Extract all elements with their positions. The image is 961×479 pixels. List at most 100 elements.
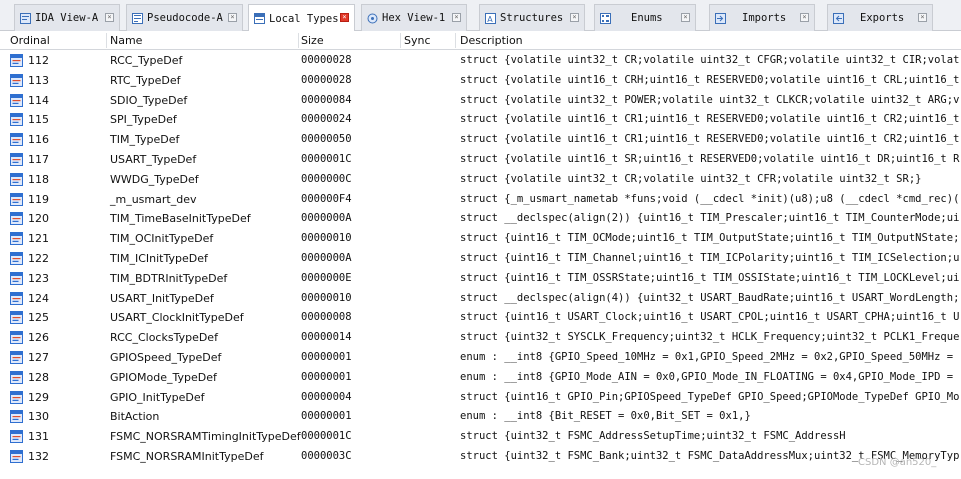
table-row[interactable]: 113 RTC_TypeDef 00000028 struct {volatile u… bbox=[0, 71, 961, 90]
close-icon[interactable]: × bbox=[340, 13, 349, 22]
row-size: 00000024 bbox=[301, 113, 352, 126]
local-type-icon bbox=[10, 212, 23, 226]
close-icon[interactable]: × bbox=[570, 13, 579, 22]
tab-enums[interactable]: Enums × bbox=[594, 4, 696, 31]
column-header-size[interactable]: Size bbox=[301, 31, 324, 50]
svg-text:A: A bbox=[487, 15, 493, 24]
tab-imports[interactable]: Imports × bbox=[709, 4, 815, 31]
close-icon[interactable]: × bbox=[228, 13, 237, 22]
row-ordinal: 122 bbox=[28, 252, 49, 265]
row-name: USART_ClockInitTypeDef bbox=[110, 311, 244, 325]
tab-structures[interactable]: A Structures × bbox=[479, 4, 585, 31]
table-row[interactable]: 123 TIM_BDTRInitTypeDef 0000000E struct {ui… bbox=[0, 269, 961, 288]
imports-icon bbox=[715, 12, 726, 24]
row-size: 0000001C bbox=[301, 430, 352, 443]
table-row[interactable]: 122 TIM_ICInitTypeDef 0000000A struct {uint… bbox=[0, 249, 961, 268]
row-size: 00000004 bbox=[301, 390, 352, 403]
row-ordinal: 132 bbox=[28, 450, 49, 463]
row-size: 00000001 bbox=[301, 410, 352, 423]
table-row[interactable]: 125 USART_ClockInitTypeDef 00000008 struct … bbox=[0, 308, 961, 327]
row-ordinal: 115 bbox=[28, 113, 49, 127]
local-types-icon bbox=[254, 13, 265, 24]
table-row[interactable]: 124 USART_InitTypeDef 00000010 struct __dec… bbox=[0, 289, 961, 308]
local-type-icon bbox=[10, 351, 23, 364]
row-ordinal: 129 bbox=[28, 390, 49, 404]
tab-label: Local Types bbox=[269, 12, 339, 25]
table-row[interactable]: 116 TIM_TypeDef 00000050 struct {volatile u… bbox=[0, 130, 961, 149]
row-name: RCC_TypeDef bbox=[110, 54, 183, 67]
row-description: struct {volatile uint16_t CR1;uint16_t R… bbox=[460, 133, 960, 146]
row-description: struct {uint32_t FSMC_AddressSetupTime;u… bbox=[460, 430, 846, 443]
tab-label: IDA View-A bbox=[35, 12, 99, 24]
table-row[interactable]: 120 TIM_TimeBaseInitTypeDef 0000000A struct… bbox=[0, 209, 961, 228]
column-divider[interactable] bbox=[455, 33, 456, 48]
tab-ida-view-a[interactable]: IDA View-A × bbox=[14, 4, 120, 31]
column-header-ordinal[interactable]: Ordinal bbox=[10, 31, 50, 50]
row-name: GPIOSpeed_TypeDef bbox=[110, 351, 222, 364]
structures-icon: A bbox=[485, 12, 496, 24]
table-row[interactable]: 129 GPIO_InitTypeDef 00000004 struct {uint1… bbox=[0, 388, 961, 407]
hex-view-icon bbox=[367, 13, 378, 24]
row-name: BitAction bbox=[110, 410, 160, 424]
row-name: FSMC_NORSRAMInitTypeDef bbox=[110, 450, 264, 463]
close-icon[interactable]: × bbox=[918, 13, 927, 22]
table-row[interactable]: 114 SDIO_TypeDef 00000084 struct {volatile … bbox=[0, 91, 961, 110]
tab-pseudocode-a[interactable]: Pseudocode-A × bbox=[126, 4, 243, 31]
close-icon[interactable]: × bbox=[105, 13, 114, 22]
row-size: 00000010 bbox=[301, 291, 352, 304]
watermark: CSDN @an520_ bbox=[858, 457, 937, 468]
table-row[interactable]: 115 SPI_TypeDef 00000024 struct {volatile u… bbox=[0, 110, 961, 129]
column-header-description[interactable]: Description bbox=[460, 31, 523, 50]
row-description: struct {_m_usmart_nametab *funs;void (__… bbox=[460, 192, 960, 205]
local-type-icon bbox=[10, 390, 23, 404]
table-row[interactable]: 131 FSMC_NORSRAMTimingInitTypeDef 0000001C… bbox=[0, 427, 961, 446]
row-name: TIM_BDTRInitTypeDef bbox=[110, 271, 228, 285]
table-row[interactable]: 117 USART_TypeDef 0000001C struct {volatile… bbox=[0, 150, 961, 169]
table-row[interactable]: 132 FSMC_NORSRAMInitTypeDef 0000003C struct… bbox=[0, 447, 961, 466]
column-header-sync[interactable]: Sync bbox=[404, 31, 431, 50]
tab-hex-view-1[interactable]: Hex View-1 × bbox=[361, 4, 467, 31]
row-name: SDIO_TypeDef bbox=[110, 93, 188, 107]
row-name: FSMC_NORSRAMTimingInitTypeDef bbox=[110, 430, 301, 444]
enums-icon bbox=[600, 12, 611, 24]
row-description: struct {volatile uint32_t CR;volatile ui… bbox=[460, 54, 960, 66]
column-divider[interactable] bbox=[298, 33, 299, 48]
row-description: struct {uint16_t USART_Clock;uint16_t US… bbox=[460, 311, 960, 324]
table-row[interactable]: 118 WWDG_TypeDef 0000000C struct {volatile … bbox=[0, 170, 961, 189]
column-header-row: Ordinal Name Size Sync Description bbox=[0, 31, 961, 50]
table-row[interactable]: 126 RCC_ClocksTypeDef 00000014 struct {uint… bbox=[0, 328, 961, 347]
row-size: 00000008 bbox=[301, 311, 352, 324]
tab-exports[interactable]: Exports × bbox=[827, 4, 933, 31]
tab-bar: IDA View-A × Pseudocode-A × Local Types … bbox=[0, 0, 961, 32]
row-description: struct {volatile uint16_t SR;uint16_t RE… bbox=[460, 153, 960, 165]
row-ordinal: 119 bbox=[28, 192, 49, 206]
row-description: struct {uint16_t TIM_OSSRState;uint16_t … bbox=[460, 271, 960, 284]
column-header-name[interactable]: Name bbox=[110, 31, 142, 50]
close-icon[interactable]: × bbox=[800, 13, 809, 22]
ida-view-icon bbox=[20, 12, 31, 24]
row-ordinal: 116 bbox=[28, 133, 49, 147]
row-description: struct {uint16_t TIM_OCMode;uint16_t TIM… bbox=[460, 232, 960, 245]
column-divider[interactable] bbox=[106, 33, 107, 48]
close-icon[interactable]: × bbox=[681, 13, 690, 22]
local-type-icon bbox=[10, 311, 23, 325]
tab-local-types[interactable]: Local Types × bbox=[248, 4, 355, 32]
local-type-icon bbox=[10, 450, 23, 463]
row-size: 0000000A bbox=[301, 212, 352, 225]
table-row[interactable]: 128 GPIOMode_TypeDef 00000001 enum : __int8… bbox=[0, 368, 961, 387]
local-type-icon bbox=[10, 192, 23, 206]
tab-label: Pseudocode-A bbox=[147, 12, 223, 24]
exports-icon bbox=[833, 12, 844, 24]
table-row[interactable]: 130 BitAction 00000001 enum : __int8 {Bit_R… bbox=[0, 407, 961, 426]
column-divider[interactable] bbox=[400, 33, 401, 48]
row-size: 00000084 bbox=[301, 93, 352, 106]
table-row[interactable]: 112 RCC_TypeDef 00000028 struct {volatile u… bbox=[0, 51, 961, 70]
row-ordinal: 118 bbox=[28, 172, 49, 186]
close-icon[interactable]: × bbox=[452, 13, 461, 22]
row-name: _m_usmart_dev bbox=[110, 192, 197, 206]
table-row[interactable]: 121 TIM_OCInitTypeDef 00000010 struct {uint… bbox=[0, 229, 961, 248]
row-size: 00000001 bbox=[301, 351, 352, 363]
table-row[interactable]: 119 _m_usmart_dev 000000F4 struct {_m_usmar… bbox=[0, 190, 961, 209]
row-name: GPIO_InitTypeDef bbox=[110, 390, 205, 404]
table-row[interactable]: 127 GPIOSpeed_TypeDef 00000001 enum : __int… bbox=[0, 348, 961, 367]
